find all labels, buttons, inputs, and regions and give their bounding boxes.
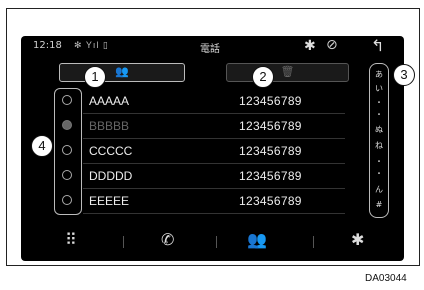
- index-dot: ・: [375, 110, 383, 119]
- contact-name: EEEEE: [89, 194, 130, 208]
- clock: 12:18: [33, 40, 62, 51]
- keypad-icon[interactable]: ⠿: [65, 230, 77, 250]
- contact-name: AAAAA: [89, 94, 130, 108]
- index-dot: ・: [375, 169, 383, 178]
- contact-row[interactable]: CCCCC 123456789: [83, 139, 345, 164]
- index-letter[interactable]: ね: [370, 140, 388, 151]
- callout-4: 4: [31, 135, 53, 157]
- screen-title: 電話: [200, 44, 220, 55]
- phone-screen: 12:18 ✻ Yıl ▯ 電話 ✱ ⊘ ↰ 👥 🗑 AAAAA 1234567…: [21, 36, 404, 261]
- call-history-icon[interactable]: ✆: [161, 230, 174, 250]
- contacts-icon[interactable]: 👥: [247, 230, 267, 250]
- contact-name: CCCCC: [89, 144, 133, 158]
- select-contacts-button[interactable]: 👥: [59, 63, 185, 82]
- contact-number: 123456789: [239, 194, 302, 208]
- figure-code: DA03044: [365, 273, 407, 284]
- divider: [123, 236, 124, 248]
- status-bar: 12:18 ✻ Yıl ▯ 電話 ✱ ⊘ ↰: [21, 36, 404, 56]
- index-scroll-bar[interactable]: あ い ・ ・ ぬ ね ・ ・ ん #: [369, 63, 389, 218]
- radio-aaaaa[interactable]: [62, 95, 72, 105]
- index-letter[interactable]: あ: [370, 69, 388, 80]
- back-button[interactable]: ↰: [371, 36, 384, 56]
- radio-eeeee[interactable]: [62, 195, 72, 205]
- contact-row[interactable]: AAAAA 123456789: [83, 89, 345, 114]
- contact-number: 123456789: [239, 144, 302, 158]
- index-letter[interactable]: ぬ: [370, 124, 388, 135]
- signal-battery-icons: ✻ Yıl ▯: [74, 40, 109, 50]
- radio-bbbbb[interactable]: [62, 120, 72, 130]
- contact-name: DDDDD: [89, 169, 133, 183]
- contact-row[interactable]: DDDDD 123456789: [83, 164, 345, 189]
- contact-number: 123456789: [239, 119, 302, 133]
- trash-icon: 🗑: [280, 66, 295, 78]
- delete-button[interactable]: 🗑: [226, 63, 349, 82]
- bottom-nav-bar: ⠿ ✆ 👥 ✱: [21, 224, 404, 261]
- divider: [313, 236, 314, 248]
- divider: [216, 236, 217, 248]
- radio-ccccc[interactable]: [62, 145, 72, 155]
- callout-1: 1: [84, 66, 106, 88]
- index-letter[interactable]: ん: [370, 184, 388, 195]
- contact-row[interactable]: EEEEE 123456789: [83, 189, 345, 214]
- callout-2: 2: [252, 66, 274, 88]
- selection-radio-column: [54, 88, 82, 215]
- contact-number: 123456789: [239, 169, 302, 183]
- contact-name: BBBBB: [89, 119, 130, 133]
- contacts-icon: 👥: [115, 66, 129, 78]
- callout-3: 3: [393, 64, 415, 86]
- index-letter[interactable]: #: [370, 200, 388, 209]
- contact-number: 123456789: [239, 94, 302, 108]
- contact-row[interactable]: BBBBB 123456789: [83, 114, 345, 139]
- no-line-icon: ⊘: [326, 36, 338, 52]
- index-dot: ・: [375, 157, 383, 166]
- index-letter[interactable]: い: [370, 83, 388, 94]
- bluetooth-icon: ✱: [304, 37, 316, 53]
- radio-ddddd[interactable]: [62, 170, 72, 180]
- index-dot: ・: [375, 98, 383, 107]
- bluetooth-icon[interactable]: ✱: [351, 230, 364, 250]
